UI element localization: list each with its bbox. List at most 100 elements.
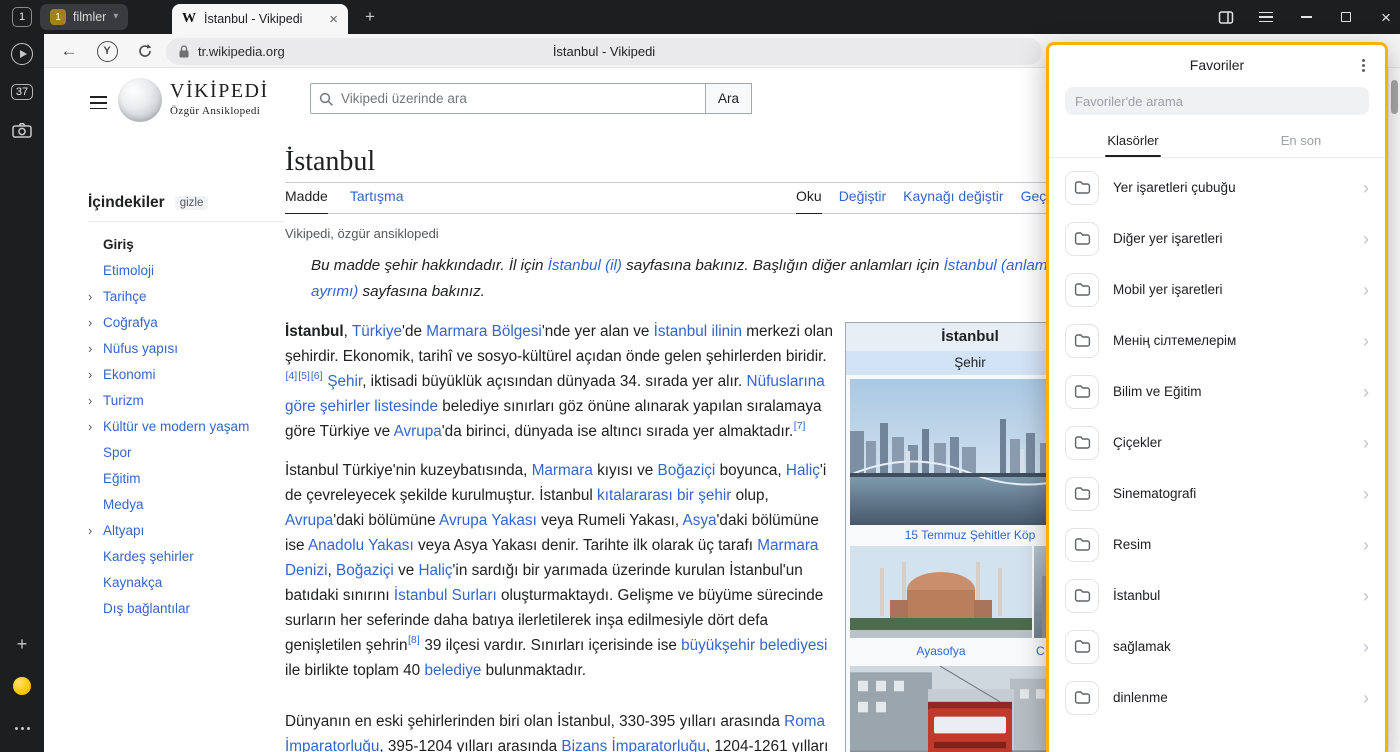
- expand-chevron-icon[interactable]: ›: [88, 419, 103, 434]
- toc-item[interactable]: ›Kültür ve modern yaşam: [88, 413, 284, 439]
- reference-link[interactable]: [7]: [794, 420, 806, 432]
- inline-link[interactable]: kıtalararası bir şehir: [597, 487, 731, 504]
- minimize-icon[interactable]: [1298, 9, 1314, 25]
- yandex-button[interactable]: Y: [94, 38, 120, 64]
- add-panel-icon[interactable]: +: [17, 632, 28, 656]
- folder-row[interactable]: Diğer yer işaretleri›: [1049, 213, 1385, 264]
- inline-link[interactable]: büyükşehir belediyesi: [681, 637, 827, 654]
- tab-close-icon[interactable]: ×: [329, 12, 338, 27]
- toc-item[interactable]: Giriş: [88, 231, 284, 257]
- folder-row[interactable]: Sinematografi›: [1049, 468, 1385, 519]
- infobox-caption-ayasofya[interactable]: Ayasofya: [850, 641, 1032, 662]
- tab-talk[interactable]: Tartışma: [350, 188, 404, 213]
- expand-chevron-icon[interactable]: ›: [88, 523, 103, 538]
- inline-link[interactable]: Avrupa Yakası: [439, 512, 537, 529]
- toc-item[interactable]: ›Coğrafya: [88, 309, 284, 335]
- tab-recent[interactable]: En son: [1217, 123, 1385, 157]
- alice-assistant-icon[interactable]: [13, 674, 31, 698]
- mail-counter-badge[interactable]: 37: [11, 80, 33, 104]
- folder-row[interactable]: Менің сілтемелерім›: [1049, 315, 1385, 366]
- expand-chevron-icon[interactable]: ›: [88, 315, 103, 330]
- reference-link[interactable]: [6]: [311, 370, 323, 382]
- reference-link[interactable]: [4]: [286, 370, 298, 382]
- toc-item[interactable]: Etimoloji: [88, 257, 284, 283]
- expand-chevron-icon[interactable]: ›: [88, 393, 103, 408]
- infobox-image-ayasofya[interactable]: [850, 546, 1032, 641]
- tab-group-filmler[interactable]: 1 filmler ▾: [40, 4, 128, 30]
- expand-chevron-icon[interactable]: ›: [88, 341, 103, 356]
- inline-link[interactable]: Türkiye: [352, 323, 402, 340]
- toc-item[interactable]: ›Altyapı: [88, 517, 284, 543]
- inline-link[interactable]: Boğaziçi: [658, 462, 716, 479]
- inline-link[interactable]: Marmara: [532, 462, 593, 479]
- inline-link[interactable]: İstanbul Surları: [394, 587, 497, 604]
- wiki-search-button[interactable]: Ara: [706, 83, 752, 114]
- lock-icon[interactable]: [177, 44, 191, 64]
- tab-article[interactable]: Madde: [285, 188, 328, 214]
- browser-menu-icon[interactable]: [1258, 9, 1274, 25]
- favorites-panel: Favoriler Klasörler En son Yer işaretler…: [1046, 42, 1388, 752]
- video-icon[interactable]: [11, 42, 33, 66]
- tab-folders[interactable]: Klasörler: [1049, 123, 1217, 157]
- view-tab[interactable]: Oku: [796, 188, 822, 214]
- kebab-menu-icon[interactable]: [1355, 57, 1371, 73]
- inline-link[interactable]: Marmara Bölgesi: [426, 323, 542, 340]
- toc-item[interactable]: Kaynakça: [88, 569, 284, 595]
- wikipedia-wordmark[interactable]: VİKİPEDİ Özgür Ansiklopedi: [170, 80, 269, 117]
- inline-link[interactable]: Haliç: [419, 562, 453, 579]
- all-tabs-counter-button[interactable]: 1: [12, 7, 32, 27]
- view-tab[interactable]: Değiştir: [839, 188, 886, 213]
- toc-item[interactable]: ›Turizm: [88, 387, 284, 413]
- scrollbar-thumb[interactable]: [1391, 80, 1398, 114]
- toc-item[interactable]: ›Ekonomi: [88, 361, 284, 387]
- inline-link[interactable]: Haliç: [786, 462, 820, 479]
- inline-link[interactable]: Avrupa: [394, 423, 442, 440]
- new-tab-button[interactable]: +: [360, 7, 380, 27]
- inline-link[interactable]: Şehir: [327, 373, 362, 390]
- folder-row[interactable]: Bilim ve Eğitim›: [1049, 366, 1385, 417]
- wiki-menu-icon[interactable]: [90, 96, 107, 109]
- reference-link[interactable]: [5]: [298, 370, 310, 382]
- side-panel-icon[interactable]: [1218, 9, 1234, 25]
- toc-item[interactable]: ›Tarihçe: [88, 283, 284, 309]
- close-window-icon[interactable]: ×: [1378, 9, 1394, 25]
- back-button[interactable]: ←: [56, 38, 82, 64]
- reload-icon[interactable]: [132, 38, 158, 64]
- screenshot-camera-icon[interactable]: [12, 118, 32, 142]
- toc-item[interactable]: Kardeş şehirler: [88, 543, 284, 569]
- maximize-icon[interactable]: [1338, 9, 1354, 25]
- folder-row[interactable]: Mobil yer işaretleri›: [1049, 264, 1385, 315]
- expand-chevron-icon[interactable]: ›: [88, 289, 103, 304]
- wiki-search-input[interactable]: [311, 84, 705, 113]
- folder-row[interactable]: Çiçekler›: [1049, 417, 1385, 468]
- favorites-search-input[interactable]: [1065, 87, 1369, 115]
- folder-row[interactable]: İstanbul›: [1049, 570, 1385, 621]
- inline-link[interactable]: Boğaziçi: [336, 562, 394, 579]
- folder-row[interactable]: sağlamak›: [1049, 621, 1385, 672]
- toc-item[interactable]: ›Nüfus yapısı: [88, 335, 284, 361]
- inline-link[interactable]: belediye: [424, 662, 481, 679]
- inline-link[interactable]: İstanbul ilinin: [654, 323, 742, 340]
- inline-link[interactable]: Avrupa: [285, 512, 333, 529]
- toc-item[interactable]: Medya: [88, 491, 284, 517]
- wikipedia-logo[interactable]: [118, 78, 162, 122]
- inline-link[interactable]: Asya: [683, 512, 717, 529]
- folder-row[interactable]: dinlenme›: [1049, 672, 1385, 723]
- inline-link[interactable]: Anadolu Yakası: [308, 537, 414, 554]
- more-options-icon[interactable]: [15, 716, 30, 740]
- folder-row[interactable]: Yer işaretleri çubuğu›: [1049, 162, 1385, 213]
- toc-hide-button[interactable]: gizle: [175, 196, 209, 210]
- view-tab[interactable]: Kaynağı değiştir: [903, 188, 1003, 213]
- toc-item[interactable]: Dış bağlantılar: [88, 595, 284, 621]
- reference-link[interactable]: [8]: [408, 634, 420, 646]
- inline-link[interactable]: İstanbul (il): [548, 257, 622, 274]
- toc-item-label: Etimoloji: [103, 263, 154, 278]
- page-scrollbar[interactable]: [1388, 68, 1400, 752]
- inline-link[interactable]: Bizans İmparatorluğu: [561, 738, 706, 752]
- address-bar[interactable]: tr.wikipedia.org İstanbul - Vikipedi: [166, 38, 1042, 65]
- expand-chevron-icon[interactable]: ›: [88, 367, 103, 382]
- folder-row[interactable]: Resim›: [1049, 519, 1385, 570]
- toc-item[interactable]: Spor: [88, 439, 284, 465]
- toc-item[interactable]: Eğitim: [88, 465, 284, 491]
- active-tab[interactable]: W İstanbul - Vikipedi ×: [172, 4, 348, 34]
